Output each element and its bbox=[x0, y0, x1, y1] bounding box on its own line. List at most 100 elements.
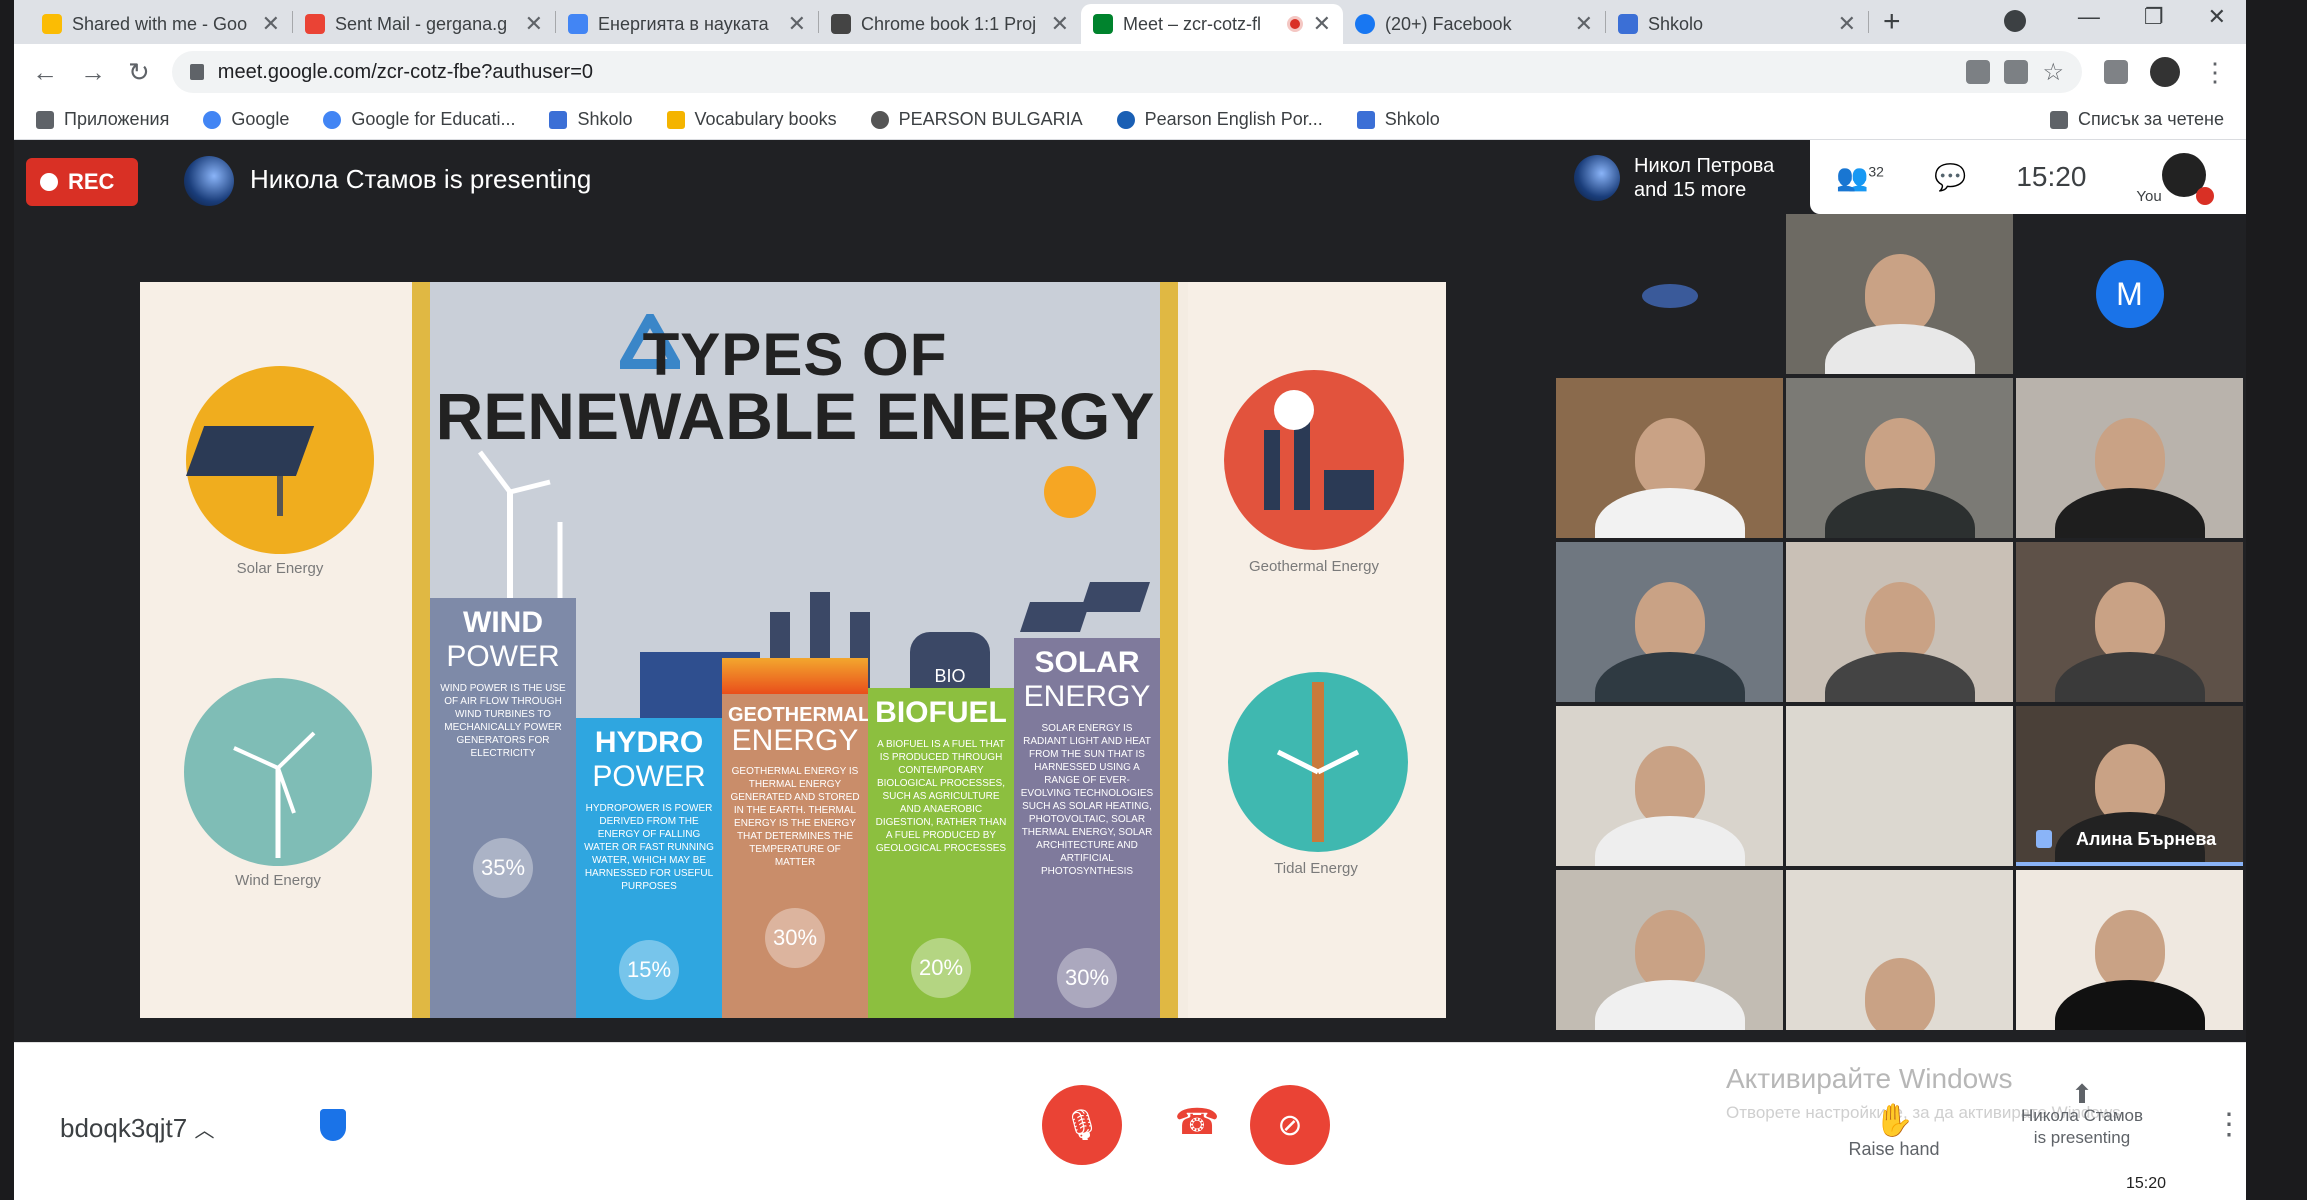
google-icon bbox=[323, 110, 342, 129]
bookmark-google[interactable]: Google bbox=[203, 109, 289, 130]
participant-tile[interactable] bbox=[2016, 542, 2243, 702]
participant-tile[interactable] bbox=[1556, 378, 1783, 538]
tab-facebook[interactable]: (20+) Facebook ✕ bbox=[1343, 4, 1605, 44]
face bbox=[2094, 582, 2165, 662]
tidal-turbine-icon bbox=[1276, 682, 1360, 842]
present-icon: ⬆ bbox=[2071, 1079, 2093, 1109]
bookmark-pearson-english[interactable]: Pearson English Por... bbox=[1116, 109, 1323, 130]
sun-icon bbox=[1044, 466, 1096, 518]
shoulders bbox=[2054, 652, 2205, 702]
shoulders bbox=[1594, 652, 1745, 702]
extensions-icon[interactable] bbox=[2104, 60, 2128, 84]
column-title: BIOFUEL bbox=[875, 696, 1007, 729]
menu-dots-icon[interactable]: ⋮ bbox=[2202, 57, 2228, 88]
close-icon[interactable]: ✕ bbox=[1051, 11, 1069, 37]
geothermal-energy-label: Geothermal Energy bbox=[1248, 558, 1380, 575]
column-description: SOLAR ENERGY IS RADIANT LIGHT AND HEAT F… bbox=[1020, 723, 1154, 877]
shkolo-icon bbox=[549, 110, 568, 129]
bookmark-apps[interactable]: Приложения bbox=[36, 109, 169, 130]
reload-icon[interactable]: ↻ bbox=[128, 57, 150, 88]
participant-tile[interactable] bbox=[1786, 214, 2013, 374]
mic-toggle-button[interactable]: 🎙 bbox=[1042, 1085, 1122, 1165]
participant-tile[interactable] bbox=[1556, 214, 1783, 374]
participant-tile[interactable] bbox=[1556, 706, 1783, 866]
column-description: HYDROPOWER IS POWER DERIVED FROM THE ENE… bbox=[584, 803, 714, 892]
minimize-icon[interactable]: — bbox=[2078, 4, 2100, 30]
back-icon[interactable]: ← bbox=[32, 57, 58, 88]
column-description: WIND POWER IS THE USE OF AIR FLOW THROUG… bbox=[440, 683, 566, 759]
participant-tile[interactable] bbox=[2016, 870, 2243, 1030]
restore-icon[interactable]: ❐ bbox=[2144, 4, 2164, 30]
participant-tile[interactable]: M bbox=[2016, 214, 2243, 374]
meet-icon bbox=[1093, 14, 1113, 34]
raise-hand-button[interactable]: ✋ Raise hand bbox=[1824, 1101, 1964, 1160]
tab-label: Енергията в науката bbox=[598, 13, 769, 34]
participant-avatar bbox=[1574, 155, 1620, 201]
bookmark-shkolo-2[interactable]: Shkolo bbox=[1356, 109, 1440, 130]
camera-toggle-button[interactable]: ⊘ bbox=[1250, 1085, 1330, 1165]
tab-classroom[interactable]: Chrome book 1:1 Proj ✕ bbox=[819, 4, 1081, 44]
lock-icon[interactable] bbox=[189, 64, 204, 80]
close-window-icon[interactable]: ✕ bbox=[2208, 4, 2226, 30]
participant-avatar bbox=[1642, 284, 1698, 308]
chat-icon[interactable]: 💬 bbox=[1934, 162, 1966, 193]
self-view[interactable]: You bbox=[2136, 147, 2215, 207]
participant-tile[interactable] bbox=[1786, 542, 2013, 702]
camera-off-icon: ⊘ bbox=[1277, 1108, 1303, 1142]
new-tab-button[interactable]: + bbox=[1883, 5, 1901, 39]
participant-tile[interactable] bbox=[2016, 378, 2243, 538]
participant-tile-speaking[interactable]: Алина Бърнева bbox=[2016, 706, 2243, 866]
close-icon[interactable]: ✕ bbox=[1313, 11, 1331, 37]
bookmark-shkolo[interactable]: Shkolo bbox=[549, 109, 633, 130]
star-icon[interactable]: ☆ bbox=[2042, 58, 2064, 87]
leave-call-button[interactable]: ☎ bbox=[1162, 1101, 1232, 1151]
phone-hangup-icon: ☎ bbox=[1174, 1101, 1220, 1142]
chevron-up-icon[interactable]: ︿ bbox=[194, 1120, 214, 1142]
globe-icon bbox=[870, 110, 889, 129]
face bbox=[1634, 418, 1705, 498]
profile-avatar[interactable] bbox=[2150, 57, 2180, 87]
meeting-code[interactable]: bdoqk3qjt7 ︿ bbox=[60, 1113, 214, 1144]
close-icon[interactable]: ✕ bbox=[1575, 11, 1593, 37]
bookmark-google-education[interactable]: Google for Educati... bbox=[323, 109, 515, 130]
camera-icon[interactable] bbox=[1966, 60, 1991, 84]
participant-tile[interactable] bbox=[1556, 542, 1783, 702]
present-now-button[interactable]: ⬆ Никола Стамов is presenting bbox=[2002, 1079, 2162, 1149]
apps-grid-icon bbox=[36, 110, 54, 129]
presenting-banner: Никола Стамов is presenting bbox=[250, 164, 592, 194]
host-controls-shield-icon[interactable] bbox=[320, 1109, 346, 1141]
recording-badge: REC bbox=[26, 158, 138, 206]
participant-tile[interactable] bbox=[1786, 870, 2013, 1030]
column-percent: 20% bbox=[911, 938, 971, 998]
shkolo-icon bbox=[1356, 110, 1375, 129]
close-icon[interactable]: ✕ bbox=[525, 11, 543, 37]
participant-tile[interactable] bbox=[1786, 706, 2013, 866]
bookmark-pearson-bulgaria[interactable]: PEARSON BULGARIA bbox=[870, 109, 1083, 130]
meet-control-bar: bdoqk3qjt7 ︿ 🎙 ☎ ⊘ Активирайте Windows О… bbox=[14, 1042, 2246, 1200]
address-bar[interactable]: meet.google.com/zcr-cotz-fbe?authuser=0 … bbox=[171, 51, 2082, 93]
tab-drive[interactable]: Shared with me - Goo ✕ bbox=[30, 4, 292, 44]
tab-gmail[interactable]: Sent Mail - gergana.g ✕ bbox=[293, 4, 555, 44]
presenter-note-line2: is presenting bbox=[2033, 1128, 2131, 1147]
participant-tile[interactable] bbox=[1556, 870, 1783, 1030]
tab-docs[interactable]: Енергията в науката ✕ bbox=[556, 4, 818, 44]
translate-icon[interactable] bbox=[2004, 60, 2029, 84]
mic-off-icon: 🎙 bbox=[1062, 1108, 1102, 1142]
tab-meet[interactable]: Meet – zcr-cotz-fl ✕ bbox=[1081, 4, 1343, 44]
close-icon[interactable]: ✕ bbox=[788, 11, 806, 37]
close-icon[interactable]: ✕ bbox=[1838, 11, 1856, 37]
close-icon[interactable]: ✕ bbox=[262, 11, 280, 37]
participant-grid: M Алина Бърнева bbox=[1556, 214, 2246, 1038]
people-button[interactable]: 👥32 bbox=[1836, 162, 1884, 193]
reading-list-button[interactable]: Списък за четене bbox=[2050, 109, 2224, 130]
bookmarks-bar: Приложения Google Google for Educati... … bbox=[14, 100, 2246, 140]
forward-icon[interactable]: → bbox=[80, 57, 106, 88]
pinned-participants[interactable]: Никол Петрова and 15 more bbox=[1574, 154, 1774, 202]
participant-tile[interactable] bbox=[1786, 378, 2013, 538]
tab-shkolo[interactable]: Shkolo ✕ bbox=[1606, 4, 1868, 44]
tab-search-icon[interactable] bbox=[2004, 10, 2026, 32]
bookmark-label: Pearson English Por... bbox=[1144, 109, 1323, 129]
bookmark-vocabulary[interactable]: Vocabulary books bbox=[666, 109, 837, 130]
more-options-icon[interactable]: ⋮ bbox=[2214, 1107, 2244, 1142]
bookmark-label: Shkolo bbox=[577, 109, 633, 129]
